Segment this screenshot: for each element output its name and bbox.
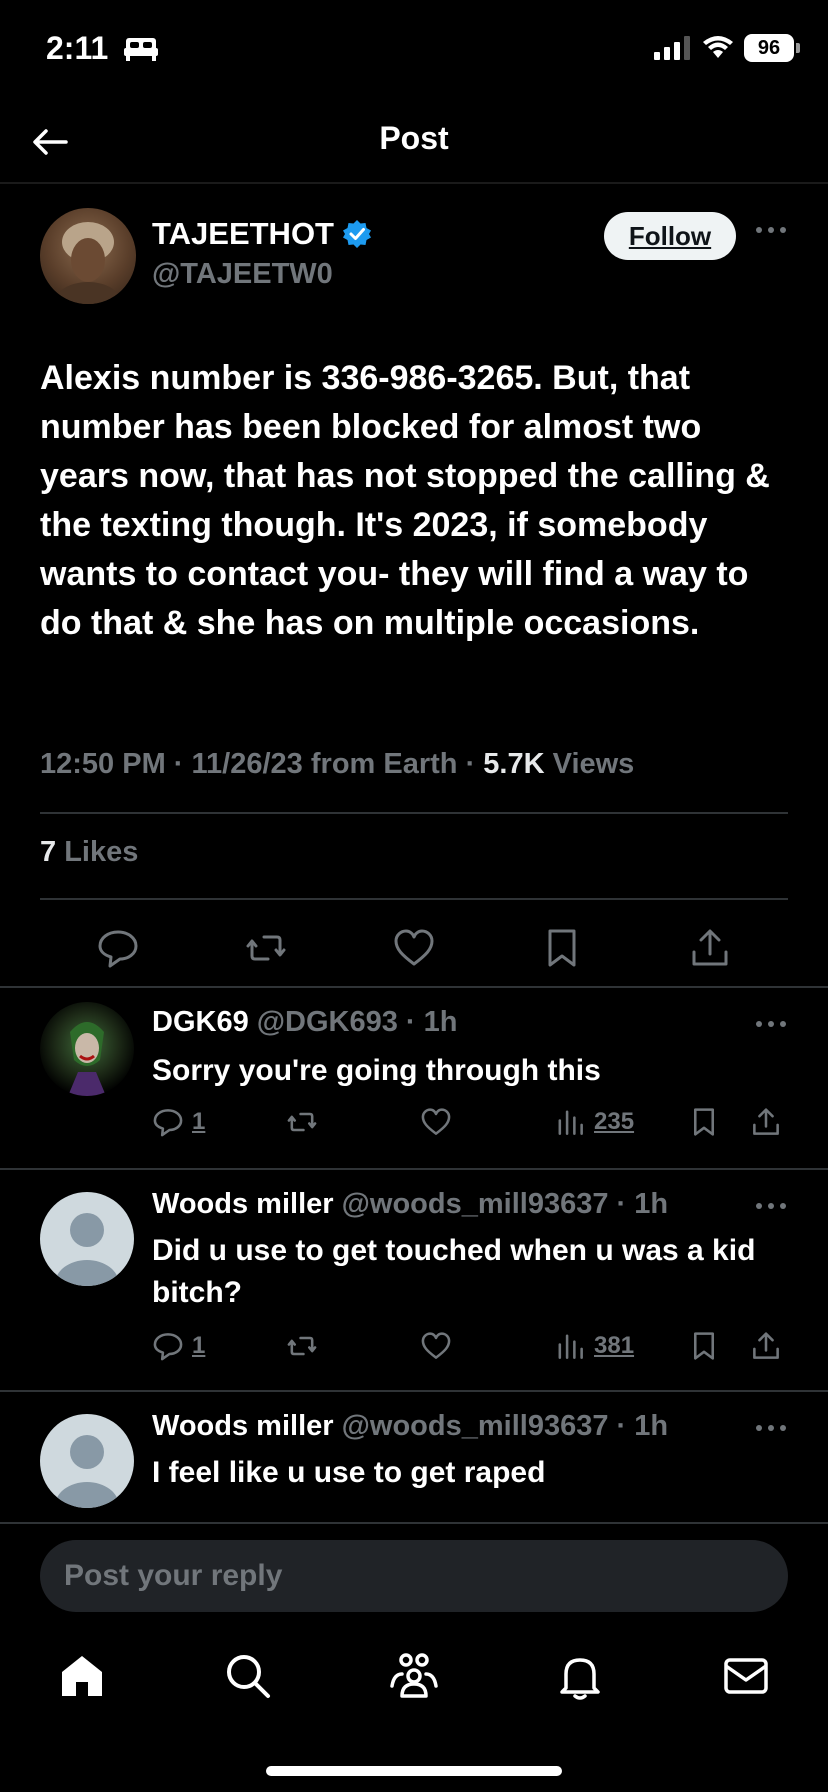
- reply-views-action[interactable]: 235: [554, 1106, 634, 1138]
- repost-icon: [287, 1112, 317, 1132]
- status-indicators: 96: [654, 34, 800, 62]
- likes-count: 7: [40, 836, 57, 868]
- bookmark-icon[interactable]: [540, 926, 584, 970]
- reply-author-handle[interactable]: @woods_mill93637: [342, 1188, 609, 1220]
- verified-badge-icon: [343, 220, 371, 248]
- reply-avatar[interactable]: [40, 1414, 134, 1508]
- share-icon: [753, 1108, 779, 1135]
- wifi-icon: [703, 36, 733, 58]
- header-divider: [0, 182, 828, 184]
- post-action-bar: [0, 912, 828, 988]
- post-bottom-divider: [0, 986, 828, 988]
- likes-label: Likes: [64, 836, 139, 868]
- reply-repost-action[interactable]: [286, 1106, 318, 1138]
- page-title: Post: [379, 120, 449, 156]
- reply-icon: [153, 1109, 183, 1137]
- share-icon[interactable]: [688, 926, 732, 970]
- share-icon: [753, 1332, 779, 1359]
- author-handle[interactable]: @TAJEETW0: [152, 258, 333, 291]
- battery-indicator: 96: [744, 34, 800, 62]
- more-icon[interactable]: [754, 1014, 788, 1034]
- repost-icon: [287, 1336, 317, 1356]
- messages-icon[interactable]: [720, 1650, 772, 1702]
- views-icon: [558, 1334, 583, 1359]
- reply-author-name[interactable]: Woods miller: [152, 1188, 334, 1220]
- reply-bookmark-action[interactable]: [688, 1330, 720, 1362]
- reply-views-count: 381: [594, 1332, 635, 1359]
- reply-author-name[interactable]: Woods miller: [152, 1410, 334, 1442]
- notifications-icon[interactable]: [554, 1650, 606, 1702]
- reply-repost-action[interactable]: [286, 1330, 318, 1362]
- bookmark-icon: [694, 1332, 714, 1360]
- reply-author-handle[interactable]: @woods_mill93637: [342, 1410, 609, 1442]
- post-source: from Earth: [310, 748, 458, 780]
- post-header: Post: [0, 100, 828, 182]
- reply-item[interactable]: Woods miller @woods_mill93637 · 1h I fee…: [0, 1392, 828, 1522]
- views-count: 5.7K: [483, 748, 545, 780]
- reply-text: Sorry you're going through this: [152, 1054, 601, 1087]
- more-icon[interactable]: [754, 1418, 788, 1438]
- post-time: 12:50 PM: [40, 748, 166, 780]
- reply-input[interactable]: [40, 1540, 788, 1612]
- reply-share-action[interactable]: [750, 1106, 782, 1138]
- reply-author-handle[interactable]: @DGK693: [257, 1006, 398, 1038]
- reply-avatar[interactable]: [40, 1002, 134, 1096]
- reply-header: DGK69 @DGK693 · 1h: [152, 1006, 458, 1038]
- like-icon: [421, 1332, 451, 1359]
- reply-time: 1h: [423, 1006, 458, 1038]
- signal-icon: [654, 36, 690, 60]
- likes-summary[interactable]: 7 Likes: [40, 836, 138, 869]
- reply-views-count: 235: [594, 1108, 635, 1135]
- views-label: Views: [552, 748, 635, 780]
- reply-bookmark-action[interactable]: [688, 1106, 720, 1138]
- reply-time: 1h: [634, 1410, 669, 1442]
- status-time: 2:11: [46, 30, 109, 66]
- home-indicator[interactable]: [266, 1766, 562, 1776]
- post-text: Alexis number is 336-986-3265. But, that…: [40, 359, 770, 642]
- reply-views-action[interactable]: 381: [554, 1330, 634, 1362]
- reply-icon: [153, 1333, 183, 1361]
- reply-header: Woods miller @woods_mill93637 · 1h: [152, 1410, 669, 1442]
- bottom-tab-bar: [0, 1626, 828, 1792]
- more-icon[interactable]: [754, 220, 788, 240]
- reply-action-bar: 1 235: [0, 1106, 828, 1146]
- reply-comment-action[interactable]: 1: [152, 1330, 205, 1362]
- sleep-mode-icon: [124, 38, 158, 61]
- reply-text: I feel like u use to get raped: [152, 1456, 546, 1489]
- author-name[interactable]: TAJEETHOT: [152, 216, 372, 252]
- reply-like-action[interactable]: [420, 1106, 452, 1138]
- reply-header: Woods miller @woods_mill93637 · 1h: [152, 1188, 669, 1220]
- more-icon[interactable]: [754, 1196, 788, 1216]
- post-date: 11/26/23: [191, 748, 303, 780]
- author-name-text: TAJEETHOT: [152, 216, 334, 251]
- reply-like-action[interactable]: [420, 1330, 452, 1362]
- compose-area: [0, 1522, 828, 1626]
- reply-divider: [0, 1168, 828, 1170]
- reply-time: 1h: [634, 1188, 669, 1220]
- views-icon: [558, 1110, 583, 1135]
- reply-comment-action[interactable]: 1: [152, 1106, 205, 1138]
- reply-avatar[interactable]: [40, 1192, 134, 1286]
- reply-text: Did u use to get touched when u was a ki…: [152, 1234, 756, 1309]
- like-icon: [421, 1108, 451, 1135]
- home-icon[interactable]: [56, 1650, 108, 1702]
- reply-comment-count: 1: [192, 1332, 206, 1359]
- bookmark-icon: [694, 1108, 714, 1136]
- communities-icon[interactable]: [388, 1650, 440, 1702]
- likes-divider: [40, 898, 788, 900]
- meta-divider: [40, 812, 788, 814]
- repost-icon[interactable]: [244, 926, 288, 970]
- reply-comment-count: 1: [192, 1108, 206, 1135]
- follow-button[interactable]: Follow: [604, 212, 736, 260]
- author-avatar[interactable]: [40, 208, 136, 304]
- reply-action-bar: 1 381: [0, 1330, 828, 1370]
- search-icon[interactable]: [222, 1650, 274, 1702]
- reply-icon[interactable]: [96, 926, 140, 970]
- reply-share-action[interactable]: [750, 1330, 782, 1362]
- post-meta: 12:50 PM · 11/26/23 from Earth · 5.7K Vi…: [40, 748, 635, 780]
- like-icon[interactable]: [392, 926, 436, 970]
- status-bar: 2:11 96: [0, 0, 828, 100]
- reply-author-name[interactable]: DGK69: [152, 1006, 249, 1038]
